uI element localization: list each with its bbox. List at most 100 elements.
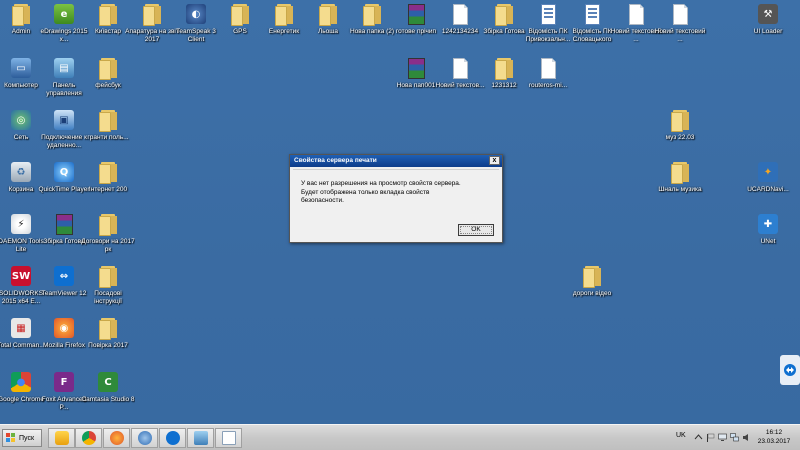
- desktop-icon-label: UCARDNavi...: [747, 186, 789, 193]
- desktop-icon-label: фейсбук: [95, 82, 121, 89]
- dialog-message-line: У вас нет разрешения на просмотр свойств…: [301, 180, 461, 187]
- archive-icon: [405, 4, 427, 26]
- camtasia-icon: C: [97, 372, 119, 394]
- tray-display-icon[interactable]: [718, 433, 727, 442]
- taskbar-button[interactable]: [215, 428, 242, 448]
- desktop-icon[interactable]: фейсбук: [81, 58, 135, 102]
- start-button[interactable]: Пуск: [2, 429, 42, 447]
- dialog-title-bar[interactable]: Свойства сервера печати x: [290, 155, 502, 167]
- thunderbird-icon: [137, 431, 152, 445]
- start-label: Пуск: [19, 434, 35, 442]
- chrome-icon: ●: [10, 372, 32, 394]
- desktop-icon-label: Camtasia Studio 8: [81, 396, 135, 403]
- desktop-icon[interactable]: Шналь музика: [653, 162, 707, 206]
- recycle-bin-icon: ♻: [10, 162, 32, 184]
- daemon-tools-icon: ⚡: [10, 214, 32, 236]
- dialog-message-line: Будет отображена только вкладка свойств: [301, 188, 430, 196]
- folder-icon: [493, 58, 515, 80]
- desktop-icon[interactable]: C Camtasia Studio 8: [81, 372, 135, 416]
- text-document-icon: [669, 4, 691, 26]
- taskbar: Пуск UK 16:12 23.03.2017: [0, 424, 800, 450]
- teamviewer-panel-icon[interactable]: [778, 355, 800, 385]
- desktop-icon[interactable]: Договори на 2017 рк: [81, 214, 135, 258]
- language-indicator[interactable]: UK: [676, 432, 686, 439]
- desktop-icon-label: Повірка 2017: [88, 342, 128, 349]
- desktop-icon-label: Інтернет 200: [88, 186, 128, 193]
- archive-icon: [405, 58, 427, 80]
- folder-icon: [361, 4, 383, 26]
- folder-icon: [97, 214, 119, 236]
- folder-icon: [229, 4, 251, 26]
- taskbar-button[interactable]: [103, 428, 130, 448]
- folder-icon: [669, 162, 691, 184]
- folder-icon: [669, 110, 691, 132]
- folder-icon: [141, 4, 163, 26]
- computer-icon: ▭: [10, 58, 32, 80]
- desktop-icon[interactable]: Посадові інструкції: [81, 266, 135, 310]
- teamviewer-icon: [165, 431, 180, 445]
- player-icon: [54, 431, 69, 445]
- desktop-icon[interactable]: ✦ UCARDNavi...: [741, 162, 795, 206]
- print-server-properties-dialog: Свойства сервера печати x У вас нет разр…: [289, 154, 503, 243]
- taskbar-button[interactable]: [75, 428, 102, 448]
- tray-flag-icon[interactable]: [706, 433, 715, 442]
- taskbar-button[interactable]: [159, 428, 186, 448]
- control-panel-icon: ▤: [53, 58, 75, 80]
- desktop-icon-label: routeros-mi...: [528, 82, 568, 89]
- foxit-icon: F: [53, 372, 75, 394]
- clock-date: 23.03.2017: [757, 438, 791, 445]
- folder-icon: [273, 4, 295, 26]
- clock[interactable]: 16:12 23.03.2017: [754, 428, 794, 446]
- solidworks-icon: SW: [10, 266, 32, 288]
- control-panel-icon: [193, 431, 208, 445]
- firefox-icon: ◉: [53, 318, 75, 340]
- dialog-title: Свойства сервера печати: [294, 157, 377, 164]
- desktop-icon[interactable]: муз 22.03: [653, 110, 707, 154]
- desktop-icon-label: гранти поль...: [87, 134, 129, 141]
- desktop-icon[interactable]: routeros-mi...: [521, 58, 575, 102]
- unet-icon: ✚: [757, 214, 779, 236]
- uiloader-icon: ⚒: [757, 4, 779, 26]
- network-tray-icon[interactable]: [730, 433, 739, 442]
- desktop-icon[interactable]: Інтернет 200: [81, 162, 135, 206]
- desktop-icon[interactable]: Новий текстовий ...: [653, 4, 707, 48]
- taskbar-button[interactable]: [131, 428, 158, 448]
- folder-icon: [581, 266, 603, 288]
- spreadsheet-document-icon: [537, 4, 559, 26]
- dialog-close-button[interactable]: x: [489, 156, 500, 165]
- desktop-icon[interactable]: гранти поль...: [81, 110, 135, 154]
- chrome-icon: [81, 431, 96, 445]
- desktop-icon-label: Посадові інструкції: [94, 290, 122, 305]
- taskbar-button[interactable]: [48, 428, 75, 448]
- taskbar-button[interactable]: [187, 428, 214, 448]
- desktop-icon-label: муз 22.03: [665, 134, 695, 141]
- folder-icon: [97, 110, 119, 132]
- remote-desktop-icon: ▣: [53, 110, 75, 132]
- desktop-icon-label: дороги відео: [572, 290, 612, 297]
- windows-flag-icon: [6, 433, 16, 443]
- folder-icon: [97, 162, 119, 184]
- text-document-icon: [449, 58, 471, 80]
- tray-up-arrow-icon[interactable]: [694, 433, 703, 442]
- network-icon: ◎: [10, 110, 32, 132]
- clock-time: 16:12: [765, 429, 783, 436]
- text-document-icon: [625, 4, 647, 26]
- quicktime-icon: Q: [53, 162, 75, 184]
- desktop-icon[interactable]: дороги відео: [565, 266, 619, 310]
- desktop-icon[interactable]: ⚒ UI Loader: [741, 4, 795, 48]
- volume-tray-icon[interactable]: [742, 433, 751, 442]
- document-icon: [221, 431, 236, 445]
- ok-button[interactable]: OK: [458, 224, 494, 236]
- desktop-icon[interactable]: Повірка 2017: [81, 318, 135, 362]
- folder-icon: [493, 4, 515, 26]
- desktop-icon-label: Шналь музика: [658, 186, 702, 193]
- text-document-icon: [449, 4, 471, 26]
- total-commander-icon: ▦: [10, 318, 32, 340]
- dialog-message: У вас нет разрешения на просмотр свойств…: [293, 169, 499, 227]
- spreadsheet-document-icon: [581, 4, 603, 26]
- teamviewer-icon: ⇔: [53, 266, 75, 288]
- desktop-icon[interactable]: ✚ UNet: [741, 214, 795, 258]
- text-document-icon: [537, 58, 559, 80]
- desktop-icon-label: UNet: [760, 238, 776, 245]
- firefox-icon: [109, 431, 124, 445]
